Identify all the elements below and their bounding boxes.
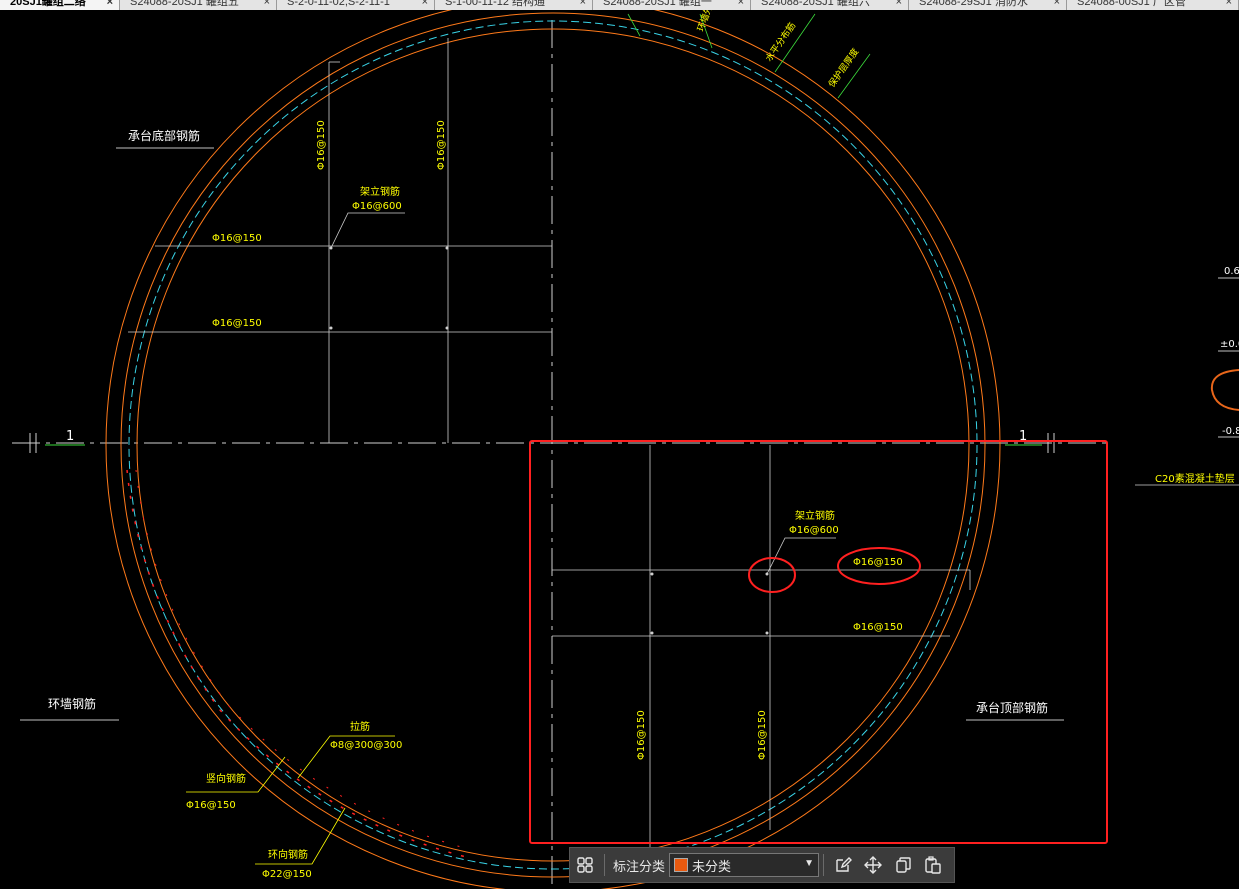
top-callout-leader [627, 13, 641, 37]
rebar-point [650, 631, 654, 635]
elevation-label: 0.6 [1224, 266, 1239, 277]
tab-7[interactable]: S24088-00SJ1 厂区管 × [1067, 0, 1239, 10]
tab-3[interactable]: S-1-00-11-12 结构通 × [435, 0, 593, 10]
hoop-rebar-label: 环向钢筋 [268, 848, 308, 861]
rebar-spec-upper-v2: Φ16@150 [436, 120, 447, 170]
tab-2[interactable]: S-2-0-11-02,S-2-11-1 × [277, 0, 435, 10]
vertical-rebar-label: 竖向钢筋 [206, 772, 246, 785]
highlight-ellipse-point [748, 557, 796, 593]
rebar-point [445, 246, 449, 250]
close-icon[interactable]: × [896, 0, 902, 8]
chair-rebar-leader-2 [766, 537, 836, 575]
ring-wall-outer [105, 10, 1001, 889]
chair-rebar-label-2: 架立钢筋 [795, 509, 835, 522]
tab-label: S24088-00SJ1 厂区管 [1077, 0, 1186, 8]
chair-rebar-spec-1: Φ16@600 [352, 201, 402, 212]
rebar-spec-lower-v2: Φ16@150 [757, 710, 768, 760]
chair-rebar-spec-2: Φ16@600 [789, 525, 839, 536]
tab-label: S-1-00-11-12 结构通 [445, 0, 546, 8]
tab-label: S24088-20SJ1 罐组六 [761, 0, 870, 8]
rebar-spec-lower-v1: Φ16@150 [636, 710, 647, 760]
top-rebar-label: 承台顶部钢筋 [976, 700, 1048, 715]
rebar-point [445, 326, 449, 330]
tie-bar-label: 拉筋 [350, 720, 370, 733]
toolbar-separator [823, 854, 825, 876]
close-icon[interactable]: × [1226, 0, 1232, 8]
chair-rebar-label-1: 架立钢筋 [360, 185, 400, 198]
c20-note: C20素混凝土垫层 [1155, 472, 1235, 485]
rebar-spec-upper-h2: Φ16@150 [212, 318, 262, 329]
ring-wall-inner [136, 28, 970, 862]
tab-6[interactable]: S24088-29SJ1 消防水 × [909, 0, 1067, 10]
cad-drawing: 1 1 Φ16@150 Φ16@150 Φ16@150 Φ16@150 架立钢筋… [12, 10, 1239, 889]
close-icon[interactable]: × [580, 0, 586, 8]
close-icon[interactable]: × [264, 0, 270, 8]
toolbar-separator [604, 854, 605, 876]
red-rebar-arc [126, 469, 471, 859]
tab-label: 20SJ1罐组二络 [10, 0, 86, 8]
rebar-spec-upper-v1: Φ16@150 [316, 120, 327, 170]
tie-bar-spec: Φ8@300@300 [330, 740, 402, 751]
close-icon[interactable]: × [107, 0, 113, 8]
copy-icon[interactable] [888, 850, 918, 880]
rebar-spec-lower-h2: Φ16@150 [853, 622, 903, 633]
top-callout-c: 环墙外径 [695, 10, 719, 33]
rebar-point [650, 572, 654, 576]
close-icon[interactable]: × [422, 0, 428, 8]
section-mark-left: 1 [66, 429, 74, 444]
annotation-toolbar: 标注分类 未分类 ▼ [569, 847, 955, 883]
rebar-spec-upper-h1: Φ16@150 [212, 233, 262, 244]
category-value: 未分类 [692, 858, 732, 874]
elevation-label: -0.8 [1222, 426, 1239, 437]
top-callout-a: 水平分布筋 [763, 20, 799, 64]
cad-viewer: 20SJ1罐组二络 × S24088-20SJ1 罐组五 × S-2-0-11-… [0, 0, 1239, 889]
ring-wall-rebar-label: 环墙钢筋 [48, 696, 96, 711]
tab-1[interactable]: S24088-20SJ1 罐组五 × [120, 0, 277, 10]
tab-0[interactable]: 20SJ1罐组二络 × [0, 0, 120, 10]
document-tab-bar: 20SJ1罐组二络 × S24088-20SJ1 罐组五 × S-2-0-11-… [0, 0, 1239, 10]
category-label: 标注分类 [613, 858, 666, 874]
category-color-swatch [674, 858, 689, 872]
category-select[interactable]: 未分类 ▼ [669, 853, 820, 877]
vertical-rebar-spec: Φ16@150 [186, 800, 236, 811]
tab-4[interactable]: S24088-20SJ1 罐组一 × [593, 0, 751, 10]
close-icon[interactable]: × [1054, 0, 1060, 8]
edit-icon[interactable] [828, 850, 858, 880]
close-icon[interactable]: × [738, 0, 744, 8]
tab-5[interactable]: S24088-20SJ1 罐组六 × [751, 0, 909, 10]
hoop-rebar-spec: Φ22@150 [262, 869, 312, 880]
top-callout-b: 保护层厚度 [826, 46, 862, 90]
red-rebar-arc-2 [135, 469, 473, 851]
highlight-rectangle [529, 440, 1108, 844]
ring-wall-outer-2 [120, 12, 986, 878]
tab-label: S24088-20SJ1 罐组一 [603, 0, 712, 8]
chevron-down-icon: ▼ [804, 858, 815, 869]
drawing-canvas[interactable]: 1 1 Φ16@150 Φ16@150 Φ16@150 Φ16@150 架立钢筋… [0, 10, 1239, 889]
rebar-spec-lower-h1: Φ16@150 [853, 557, 903, 568]
tab-label: S24088-20SJ1 罐组五 [130, 0, 239, 8]
rebar-point [765, 631, 769, 635]
rebar-point [329, 326, 333, 330]
tab-label: S24088-29SJ1 消防水 [919, 0, 1028, 8]
tab-label: S-2-0-11-02,S-2-11-1 [287, 0, 390, 8]
chair-rebar-leader-1 [330, 212, 405, 249]
orange-markup-circle [1210, 369, 1239, 411]
ring-wall-center [128, 20, 978, 870]
base-rebar-label: 承台底部钢筋 [128, 128, 200, 143]
move-icon[interactable] [858, 850, 888, 880]
paste-icon[interactable] [918, 850, 948, 880]
elevation-label: ±0.0 [1220, 339, 1239, 350]
grid-icon[interactable] [570, 850, 600, 880]
